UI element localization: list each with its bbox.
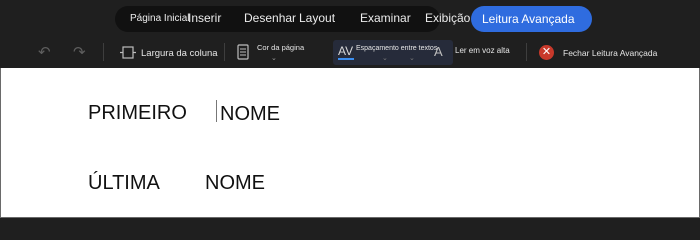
text-spacing-underline [338, 58, 354, 60]
redo-icon[interactable]: ↷ [73, 45, 86, 60]
toolbar-divider [103, 43, 104, 61]
read-aloud-button[interactable]: A Ler em voz alta [431, 41, 521, 63]
column-width-label: Largura da coluna [141, 48, 218, 59]
tab-inserir[interactable]: Inserir [188, 11, 221, 25]
close-label: Fechar Leitura Avançada [563, 48, 658, 58]
doc-line1-word1: PRIMEIRO [88, 102, 187, 124]
read-aloud-label: Ler em voz alta [455, 46, 510, 55]
toolbar-divider [526, 43, 527, 61]
page-color-icon [237, 44, 249, 60]
doc-line2-word1: ÚLTIMA [88, 172, 160, 194]
doc-line2-word2: NOME [205, 172, 265, 194]
ribbon-tab-bar: Página Inicial Inserir Desenhar Layout E… [0, 0, 700, 36]
page-color-button[interactable]: Cor da página ⌄ [232, 40, 324, 65]
chevron-down-icon: ⌄ [382, 55, 388, 62]
close-icon[interactable]: ✕ [539, 45, 554, 60]
read-aloud-icon: A [434, 44, 443, 59]
chevron-down-icon: ⌄ [271, 55, 277, 62]
page-color-label: Cor da página [257, 43, 305, 52]
chevron-down-icon: ⌄ [409, 55, 415, 62]
tab-layout[interactable]: Layout [299, 11, 335, 25]
tab-exibicao[interactable]: Exibição [425, 11, 470, 25]
tab-leitura-avancada[interactable]: Leitura Avançada [471, 6, 592, 32]
column-width-icon [120, 46, 136, 59]
toolbar-divider [224, 43, 225, 61]
immersive-reader-toolbar: ↶ ↷ Largura da coluna Cor da página ⌄ AV… [0, 36, 700, 68]
document-area[interactable]: PRIMEIRO NOME ÚLTIMA NOME [1, 68, 699, 217]
tab-pagina-inicial[interactable]: Página Inicial [130, 13, 189, 24]
tab-desenhar[interactable]: Desenhar [244, 11, 296, 25]
doc-line1-word2: NOME [220, 103, 280, 125]
column-width-button[interactable]: Largura da coluna [115, 42, 245, 64]
text-cursor [216, 100, 217, 122]
tab-examinar[interactable]: Examinar [360, 11, 411, 25]
undo-icon[interactable]: ↶ [38, 45, 51, 60]
text-spacing-label: Espaçamento entre textos [356, 45, 438, 52]
text-spacing-glyph: AV [338, 44, 354, 58]
